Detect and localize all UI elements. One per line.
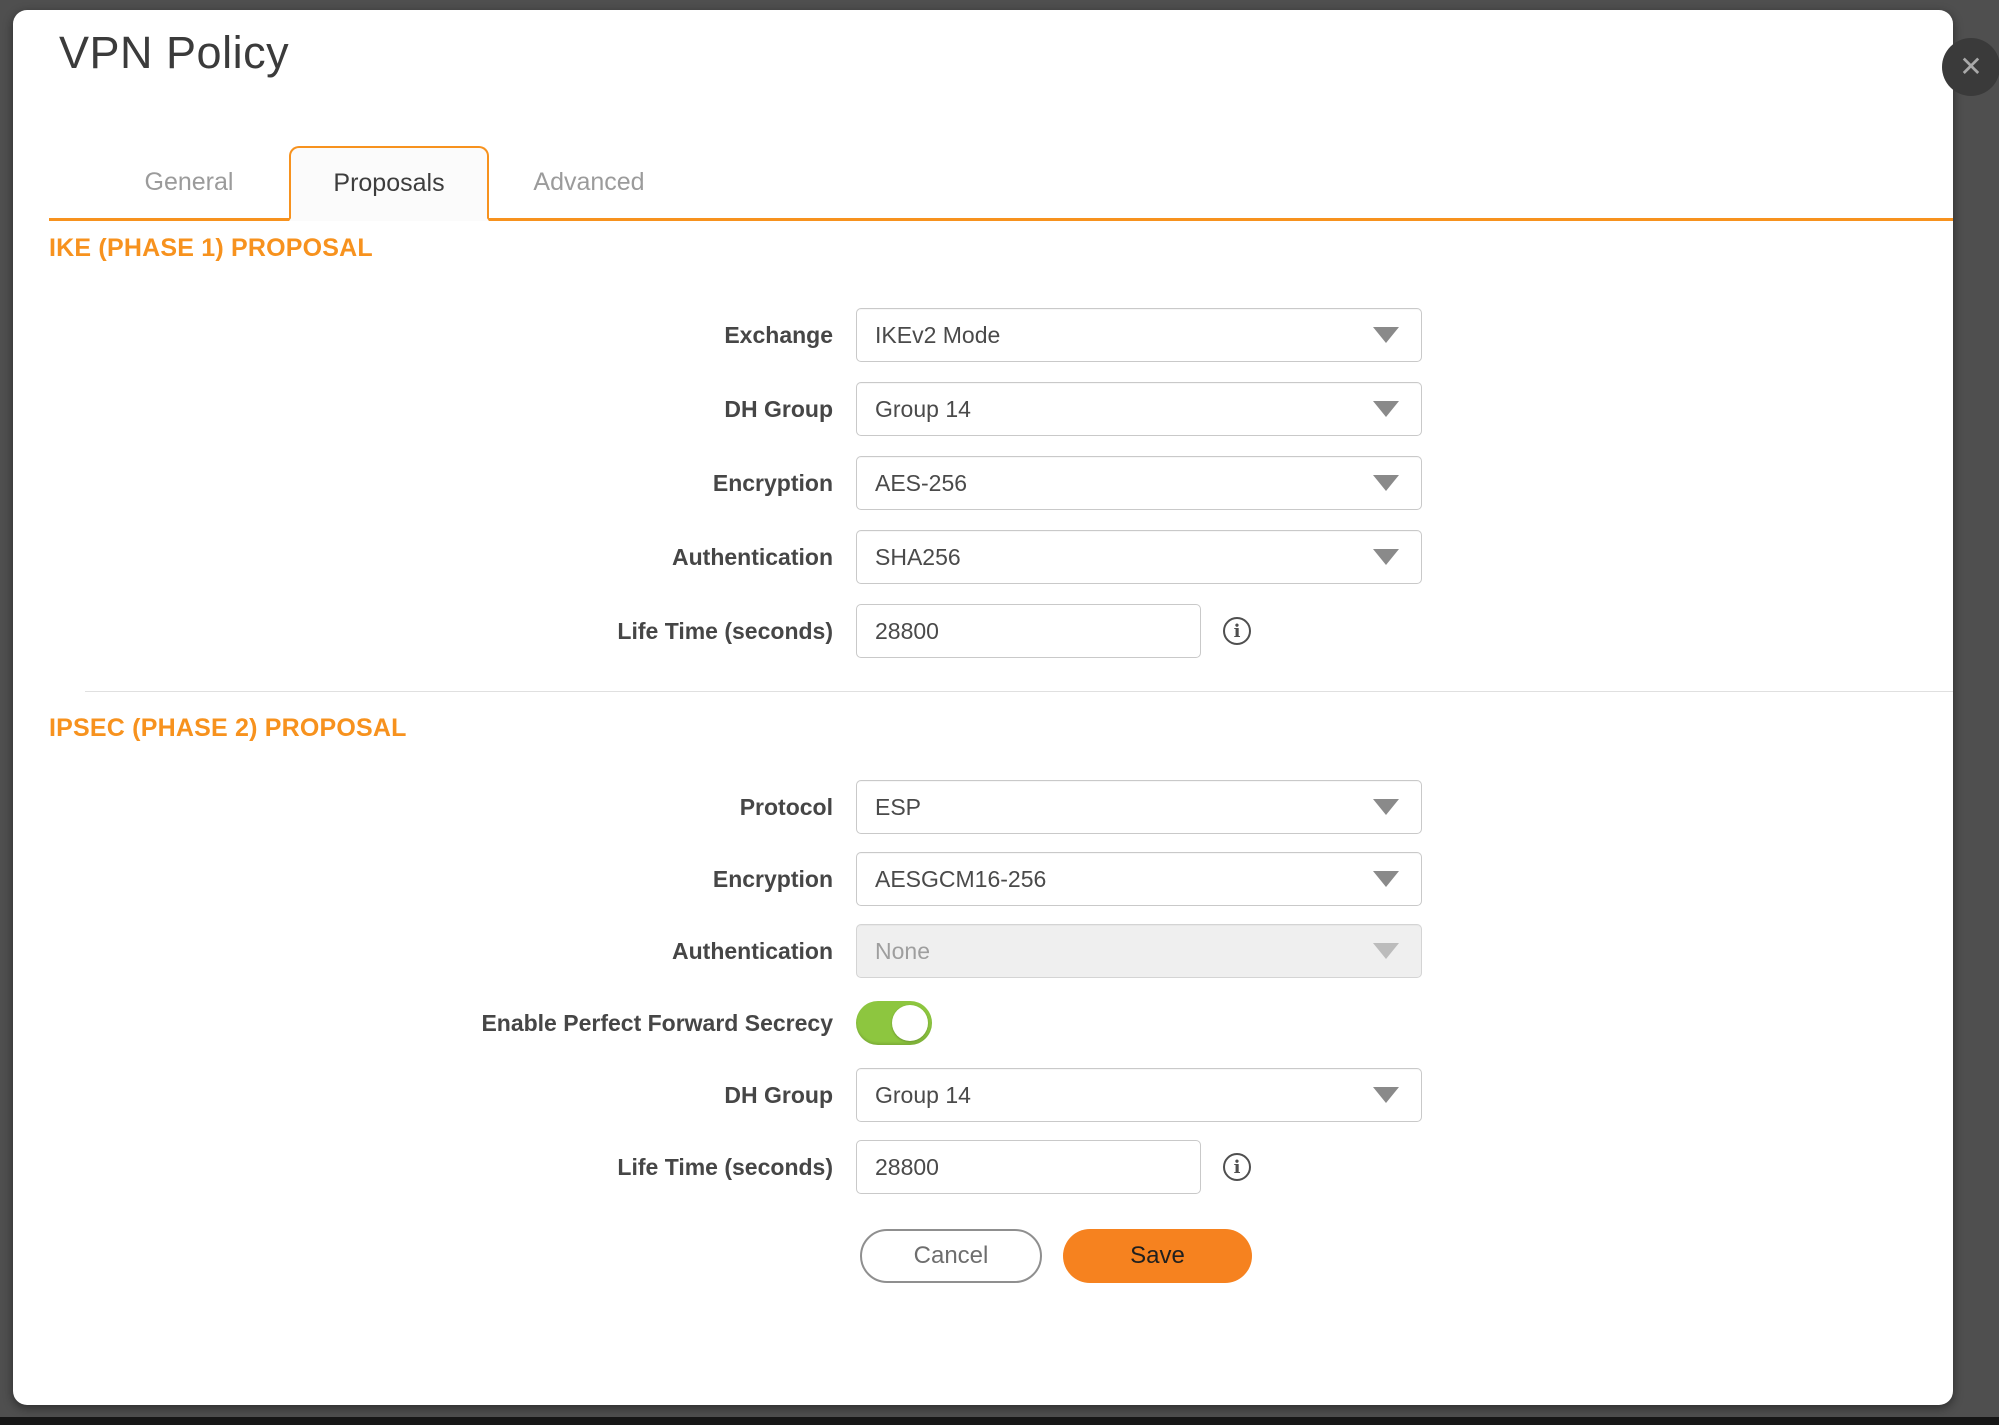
form-row-dh-group: DH Group Group 14 [49, 382, 1953, 436]
lifetime-input[interactable] [856, 604, 1201, 658]
protocol-select[interactable]: ESP [856, 780, 1422, 834]
lifetime-phase2-label: Life Time (seconds) [49, 1154, 833, 1181]
section-heading-ipsec-phase2: IPSEC (PHASE 2) PROPOSAL [49, 714, 1953, 743]
section-divider [85, 691, 1953, 692]
tab-general[interactable]: General [89, 146, 289, 218]
encryption-select-value: AES-256 [875, 470, 967, 497]
form-row-authentication: Authentication SHA256 [49, 530, 1953, 584]
tab-advanced-label: Advanced [533, 168, 644, 197]
chevron-down-icon [1373, 1087, 1399, 1103]
info-icon[interactable]: i [1223, 617, 1251, 645]
tab-proposals-label: Proposals [333, 169, 444, 198]
ipsec-phase2-form: Protocol ESP Encryption AESGCM16-256 [49, 780, 1953, 1194]
authentication-label: Authentication [49, 544, 833, 571]
dh-group-select[interactable]: Group 14 [856, 382, 1422, 436]
close-icon: ✕ [1959, 51, 1982, 82]
bottom-edge-strip [0, 1417, 1999, 1425]
toggle-knob [892, 1005, 928, 1041]
protocol-label: Protocol [49, 794, 833, 821]
dh-group-select-value: Group 14 [875, 396, 971, 423]
form-row-lifetime: Life Time (seconds) i [49, 604, 1953, 658]
form-row-protocol: Protocol ESP [49, 780, 1953, 834]
form-row-lifetime-phase2: Life Time (seconds) i [49, 1140, 1953, 1194]
encryption-phase2-label: Encryption [49, 866, 833, 893]
chevron-down-icon [1373, 475, 1399, 491]
form-row-authentication-phase2: Authentication None [49, 924, 1953, 978]
cancel-button[interactable]: Cancel [860, 1229, 1042, 1283]
dh-group-phase2-select-value: Group 14 [875, 1082, 971, 1109]
encryption-phase2-select-value: AESGCM16-256 [875, 866, 1046, 893]
save-button[interactable]: Save [1063, 1229, 1252, 1283]
authentication-phase2-label: Authentication [49, 938, 833, 965]
ike-phase1-form: Exchange IKEv2 Mode DH Group Group 14 [49, 308, 1953, 658]
page-title: VPN Policy [13, 10, 1953, 79]
info-icon[interactable]: i [1223, 1153, 1251, 1181]
exchange-select-value: IKEv2 Mode [875, 322, 1000, 349]
authentication-phase2-select: None [856, 924, 1422, 978]
chevron-down-icon [1373, 943, 1399, 959]
form-row-encryption-phase2: Encryption AESGCM16-256 [49, 852, 1953, 906]
dh-group-phase2-select[interactable]: Group 14 [856, 1068, 1422, 1122]
dialog-footer: Cancel Save [860, 1229, 1953, 1283]
encryption-phase2-select[interactable]: AESGCM16-256 [856, 852, 1422, 906]
lifetime-label: Life Time (seconds) [49, 618, 833, 645]
protocol-select-value: ESP [875, 794, 921, 821]
form-row-dh-group-phase2: DH Group Group 14 [49, 1068, 1953, 1122]
authentication-select-value: SHA256 [875, 544, 961, 571]
close-button[interactable]: ✕ [1942, 38, 1999, 96]
chevron-down-icon [1373, 401, 1399, 417]
info-icon-glyph: i [1234, 621, 1241, 642]
form-row-pfs: Enable Perfect Forward Secrecy [49, 996, 1953, 1050]
tab-general-label: General [145, 168, 234, 197]
form-row-encryption: Encryption AES-256 [49, 456, 1953, 510]
dh-group-label: DH Group [49, 396, 833, 423]
exchange-label: Exchange [49, 322, 833, 349]
pfs-label: Enable Perfect Forward Secrecy [49, 1010, 833, 1037]
form-row-exchange: Exchange IKEv2 Mode [49, 308, 1953, 362]
authentication-phase2-select-value: None [875, 938, 930, 965]
lifetime-phase2-input[interactable] [856, 1140, 1201, 1194]
tab-advanced[interactable]: Advanced [489, 146, 689, 218]
tab-proposals[interactable]: Proposals [289, 146, 489, 221]
info-icon-glyph: i [1234, 1157, 1241, 1178]
dh-group-phase2-label: DH Group [49, 1082, 833, 1109]
encryption-label: Encryption [49, 470, 833, 497]
pfs-toggle[interactable] [856, 1001, 932, 1045]
section-heading-ike-phase1: IKE (PHASE 1) PROPOSAL [49, 234, 1953, 263]
chevron-down-icon [1373, 871, 1399, 887]
chevron-down-icon [1373, 327, 1399, 343]
chevron-down-icon [1373, 549, 1399, 565]
authentication-select[interactable]: SHA256 [856, 530, 1422, 584]
chevron-down-icon [1373, 799, 1399, 815]
exchange-select[interactable]: IKEv2 Mode [856, 308, 1422, 362]
vpn-policy-dialog: VPN Policy General Proposals Advanced IK… [13, 10, 1953, 1405]
screen-background: VPN Policy General Proposals Advanced IK… [0, 0, 1999, 1425]
encryption-select[interactable]: AES-256 [856, 456, 1422, 510]
tab-bar: General Proposals Advanced [49, 146, 1953, 221]
